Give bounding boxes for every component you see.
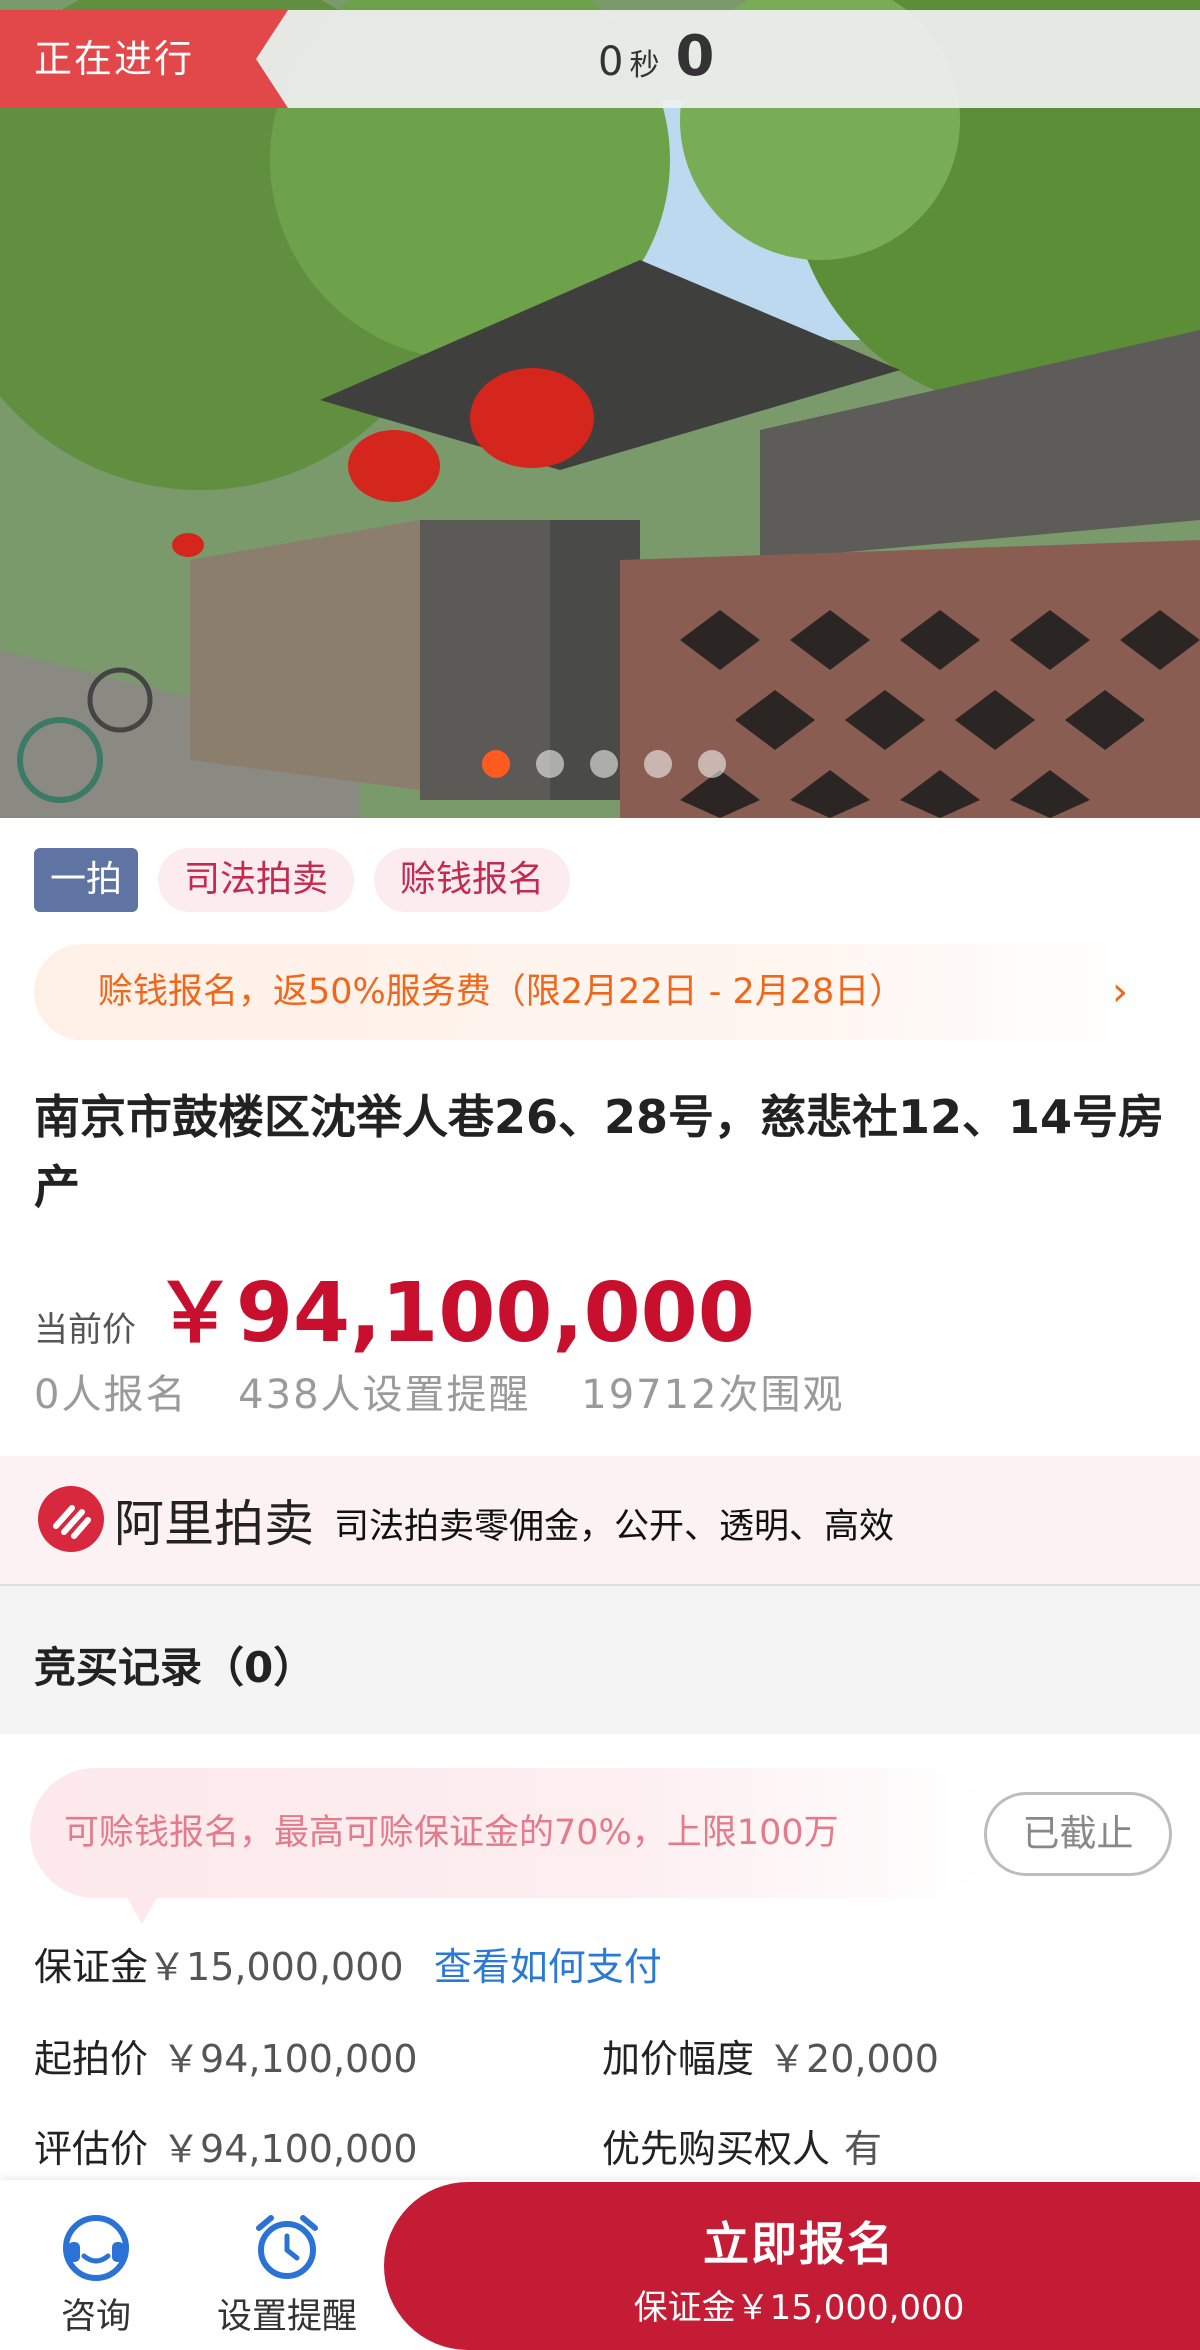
- alarm-clock-icon: [249, 2208, 325, 2284]
- start-price-row: 起拍价 ￥94,100,000: [34, 2028, 418, 2083]
- countdown: 0 秒 0: [598, 24, 714, 104]
- current-price: 当前价 ￥94,100,000: [34, 1246, 755, 1365]
- how-to-pay-link[interactable]: 查看如何支付: [434, 1945, 662, 1989]
- auction-stats: 0人报名 438人设置提醒 19712次围观: [34, 1362, 881, 1420]
- bid-records-title: 竞买记录（0）: [34, 1643, 316, 1692]
- set-reminder-label: 设置提醒: [216, 2297, 357, 2337]
- chevron-right-icon: ›: [1112, 969, 1128, 1015]
- signup-now-label: 立即报名: [703, 2217, 895, 2271]
- property-photo-illustration: [0, 0, 1200, 818]
- credit-signup-tip: 可赊钱报名，最高可赊保证金的70%，上限100万: [30, 1768, 990, 1924]
- increment-label: 加价幅度: [602, 2037, 755, 2081]
- price-label: 当前价: [34, 1310, 136, 1350]
- signup-deposit-label: 保证金￥15,000,000: [633, 2288, 965, 2328]
- property-photo[interactable]: [0, 0, 1200, 818]
- priority-row: 优先购买权人有: [602, 2118, 882, 2173]
- signup-count: 0人报名: [34, 1372, 188, 1418]
- deposit-label: 保证金: [34, 1945, 149, 1989]
- gallery-dot[interactable]: [536, 750, 564, 778]
- gallery-dot[interactable]: [644, 750, 672, 778]
- priority-label: 优先购买权人: [602, 2127, 831, 2171]
- price-value: ￥94,100,000: [154, 1266, 755, 1361]
- property-title: 南京市鼓楼区沈举人巷26、28号，慈悲社12、14号房产: [34, 1090, 1165, 1214]
- increment-value: ￥20,000: [768, 2037, 939, 2081]
- tag-credit-signup: 赊钱报名: [374, 848, 571, 912]
- countdown-value: 0: [675, 24, 715, 89]
- reminder-count: 438人设置提醒: [238, 1372, 531, 1418]
- bid-records-section[interactable]: 竞买记录（0）: [0, 1586, 1200, 1734]
- start-price-label: 起拍价: [34, 2037, 149, 2081]
- gallery-dot[interactable]: [698, 750, 726, 778]
- gallery-dot[interactable]: [482, 750, 510, 778]
- increment-row: 加价幅度 ￥20,000: [602, 2028, 939, 2083]
- gallery-pagination: [482, 750, 726, 778]
- appraisal-value: ￥94,100,000: [162, 2127, 418, 2171]
- promo-banner[interactable]: 赊钱报名，返50%服务费（限2月22日 - 2月28日） ›: [34, 944, 1144, 1040]
- promo-text: 赊钱报名，返50%服务费（限2月22日 - 2月28日）: [98, 972, 905, 1012]
- view-count: 19712次围观: [581, 1372, 845, 1418]
- status-badge: 正在进行: [0, 10, 288, 108]
- consult-button[interactable]: 咨询: [50, 2208, 142, 2339]
- ali-auction-logo-icon: [38, 1486, 104, 1552]
- countdown-seconds: 0: [598, 39, 624, 85]
- priority-value: 有: [844, 2127, 883, 2171]
- tag-list: 一拍 司法拍卖 赊钱报名: [34, 848, 571, 912]
- tag-judicial-auction: 司法拍卖: [158, 848, 355, 912]
- appraisal-row: 评估价 ￥94,100,000: [34, 2118, 418, 2173]
- deposit-value: ￥15,000,000: [148, 1945, 404, 1989]
- credit-status-button[interactable]: 已截止: [984, 1792, 1172, 1876]
- tag-round: 一拍: [34, 848, 139, 912]
- deposit-row: 保证金￥15,000,000 查看如何支付: [34, 1936, 662, 1991]
- ali-auction-brand: 阿里拍卖: [114, 1495, 314, 1553]
- start-price-value: ￥94,100,000: [162, 2037, 418, 2081]
- ali-auction-slogan: 司法拍卖零佣金，公开、透明、高效: [334, 1507, 895, 1547]
- headset-icon: [58, 2208, 134, 2284]
- consult-label: 咨询: [60, 2297, 131, 2337]
- appraisal-label: 评估价: [34, 2127, 149, 2171]
- gallery-dot[interactable]: [590, 750, 618, 778]
- countdown-unit: 秒: [629, 48, 660, 83]
- ali-auction-banner[interactable]: 阿里拍卖 司法拍卖零佣金，公开、透明、高效: [0, 1456, 1200, 1586]
- signup-now-button[interactable]: 立即报名 保证金￥15,000,000: [384, 2182, 1200, 2350]
- set-reminder-button[interactable]: 设置提醒: [212, 2208, 362, 2339]
